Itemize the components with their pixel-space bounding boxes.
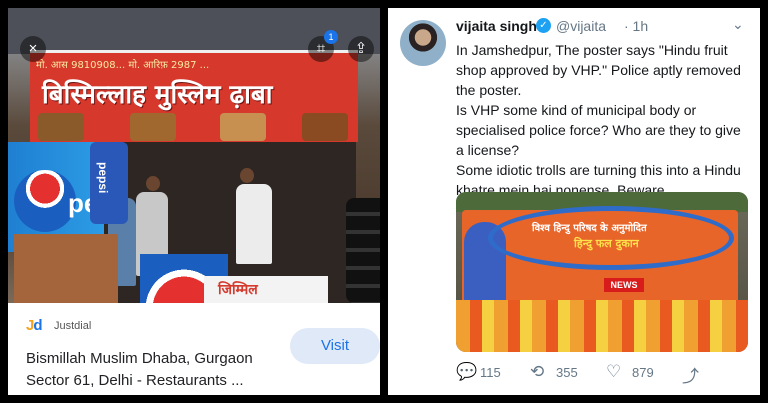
avatar[interactable] bbox=[400, 20, 446, 66]
news-tag: NEWS bbox=[604, 278, 644, 292]
share-icon[interactable]: ⤴ bbox=[682, 362, 699, 387]
pepsi-stand-text: pepsi bbox=[96, 162, 110, 194]
stacked-tires bbox=[346, 198, 380, 303]
retweet-count: 355 bbox=[556, 365, 578, 380]
sign-food-image bbox=[38, 113, 84, 141]
highlight-circle bbox=[488, 206, 734, 270]
shop-signboard: मो. आस 9810908... मो. आरिफ़ 2987 ... बिस… bbox=[30, 50, 358, 142]
person-cook-head bbox=[240, 168, 254, 183]
sign-phone-line: मो. आस 9810908... मो. आरिफ़ 2987 ... bbox=[36, 60, 210, 71]
chevron-down-icon[interactable]: ⌄ bbox=[732, 16, 744, 33]
reply-count: 115 bbox=[480, 365, 501, 380]
pepsi-logo bbox=[14, 170, 76, 232]
tweet-author-name[interactable]: vijaita singh bbox=[456, 18, 537, 34]
justdial-logo-icon: Jd bbox=[26, 317, 43, 334]
like-count: 879 bbox=[632, 365, 654, 380]
justdial-logo-d: d bbox=[33, 317, 42, 334]
sign-food-image bbox=[130, 113, 176, 141]
tweet-text: In Jamshedpur, The poster says "Hindu fr… bbox=[456, 40, 752, 200]
tweet-paragraph: Is VHP some kind of municipal body or sp… bbox=[456, 102, 741, 158]
tweet-paragraph: In Jamshedpur, The poster says "Hindu fr… bbox=[456, 42, 741, 98]
sign-food-image bbox=[302, 113, 348, 141]
visit-button[interactable]: Visit bbox=[290, 328, 380, 364]
result-title[interactable]: Bismillah Muslim Dhaba, Gurgaon Sector 6… bbox=[26, 348, 288, 392]
image-result-card: मो. आस 9810908... मो. आरिफ़ 2987 ... बिस… bbox=[8, 8, 380, 395]
verified-badge-icon: ✓ bbox=[536, 18, 551, 33]
person-customer-1-head bbox=[146, 176, 160, 191]
tweet-card: vijaita singh ✓ @vijaita · 1h ⌄ In Jamsh… bbox=[388, 8, 760, 395]
tweet-author-handle[interactable]: @vijaita bbox=[556, 18, 606, 34]
like-icon[interactable]: ♡ bbox=[606, 362, 621, 382]
close-icon[interactable]: × bbox=[20, 36, 46, 62]
reply-icon[interactable]: 💬 bbox=[456, 362, 477, 382]
fruit-display bbox=[456, 300, 748, 352]
lens-badge: 1 bbox=[324, 30, 338, 44]
bench-text: जिम्मिल bbox=[218, 282, 258, 298]
sign-food-image bbox=[220, 113, 266, 141]
person-cook bbox=[236, 184, 272, 264]
source-name: Justdial bbox=[54, 320, 92, 332]
tweet-timestamp[interactable]: · 1h bbox=[624, 18, 648, 34]
wooden-counter bbox=[14, 234, 118, 303]
sign-title: बिस्मिल्लाह मुस्लिम ढ़ाबा bbox=[42, 80, 273, 110]
retweet-icon[interactable]: ⟲ bbox=[530, 362, 544, 382]
tweet-photo[interactable]: विश्व हिन्दु परिषद के अनुमोदित हिन्दु फल… bbox=[456, 192, 748, 352]
share-icon[interactable]: ⇪ bbox=[348, 36, 374, 62]
